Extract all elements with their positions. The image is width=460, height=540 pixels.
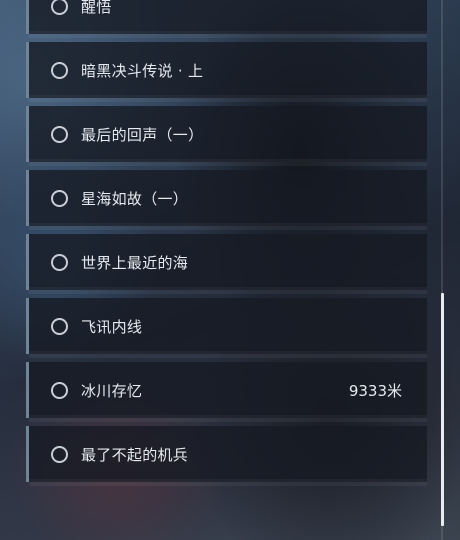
scrollbar-thumb[interactable] <box>441 293 444 526</box>
quest-title: 醒悟 <box>81 0 112 16</box>
quest-title: 最了不起的机兵 <box>81 445 189 464</box>
radio-circle-icon[interactable] <box>51 61 68 79</box>
quest-title: 世界上最近的海 <box>81 253 189 272</box>
quest-item[interactable]: 星海如故（一） <box>26 170 427 230</box>
quest-item[interactable]: 世界上最近的海 <box>26 234 427 294</box>
radio-circle-icon[interactable] <box>51 253 68 271</box>
quest-item[interactable]: 飞讯内线 <box>26 298 427 358</box>
quest-title: 星海如故（一） <box>81 189 189 208</box>
radio-circle-icon[interactable] <box>51 189 68 207</box>
quest-distance: 9333米 <box>348 381 402 400</box>
radio-circle-icon[interactable] <box>51 445 68 463</box>
radio-circle-icon[interactable] <box>51 317 68 335</box>
quest-item[interactable]: 最后的回声（一） <box>26 106 427 166</box>
quest-title: 暗黑决斗传说 · 上 <box>81 61 204 80</box>
quest-title: 飞讯内线 <box>81 317 143 336</box>
radio-circle-icon[interactable] <box>51 381 68 399</box>
quest-item[interactable]: 冰川存忆 9333米 <box>26 362 427 422</box>
quest-list: 醒悟 暗黑决斗传说 · 上 最后的回声（一） 星海如故（一） 世界上最近的海 飞… <box>26 0 427 490</box>
quest-item[interactable]: 最了不起的机兵 <box>26 426 427 486</box>
quest-title: 最后的回声（一） <box>81 125 204 144</box>
quest-title: 冰川存忆 <box>81 381 143 400</box>
quest-item[interactable]: 醒悟 <box>26 0 427 38</box>
radio-circle-icon[interactable] <box>51 125 68 143</box>
quest-item[interactable]: 暗黑决斗传说 · 上 <box>26 42 427 102</box>
radio-circle-icon[interactable] <box>51 0 68 15</box>
